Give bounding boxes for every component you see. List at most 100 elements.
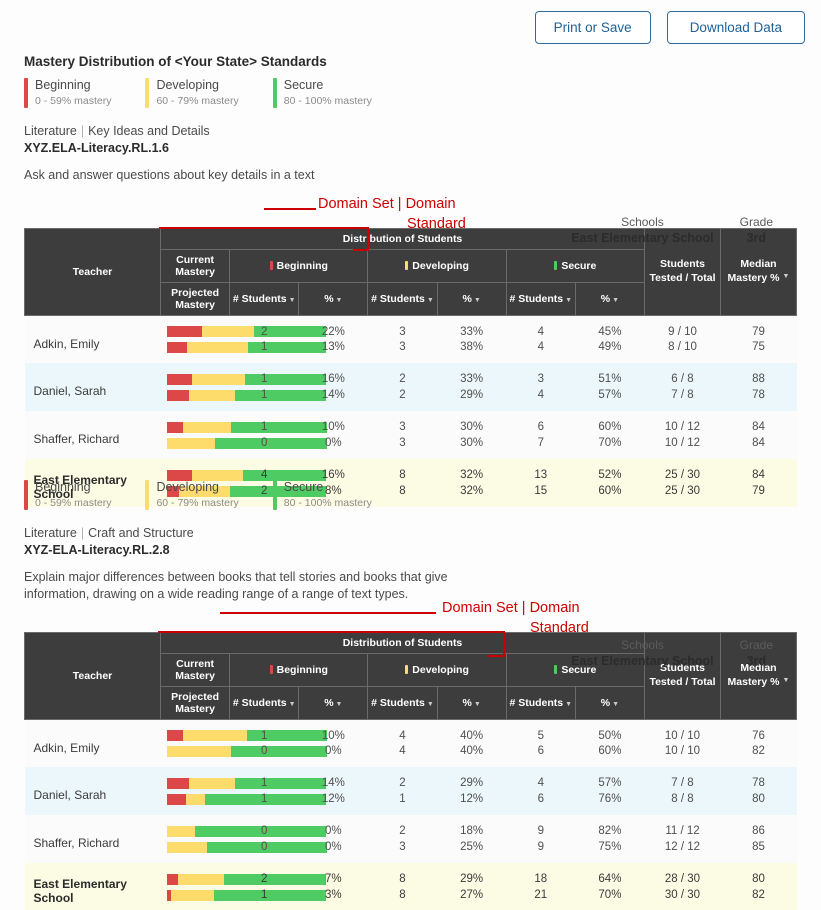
developing-label: Developing [412,259,469,272]
table-row[interactable]: Adkin, Emily 2 22% 3 33% 4 45% 9 / 10 79 [24,315,797,364]
secure-swatch-icon [272,78,277,108]
chevron-down-icon[interactable]: ▼ [565,701,572,708]
chevron-down-icon[interactable]: ▼ [336,701,343,708]
developing-students: 2 [367,815,438,840]
developing-percent: 33% [437,315,507,340]
col-developing-percent[interactable]: % ▼ [436,685,507,720]
developing-swatch-icon [405,260,409,270]
bar-segment-secure [235,777,327,789]
table-body-1: Adkin, Emily 2 22% 3 33% 4 45% 9 / 10 79 1 13% 3 38%… [24,315,797,508]
col-beginning-percent[interactable]: % ▼ [298,281,369,316]
mastery-bar-cell [160,411,327,436]
median-mastery: 88 [720,363,797,388]
mastery-bar [166,421,327,433]
chevron-down-icon[interactable]: ▼ [427,297,434,304]
students-tested-total: 10 / 12 [644,435,721,460]
col-beginning-percent[interactable]: % ▼ [298,685,369,720]
developing-students: 3 [367,411,438,436]
students-tested-total: 8 / 10 [644,339,721,364]
print-or-save-button[interactable]: Print or Save [534,11,651,44]
chevron-down-icon[interactable]: ▼ [289,701,296,708]
leader-line-standard-1 [159,226,369,229]
chevron-down-icon[interactable]: ▼ [612,297,619,304]
col-secure: Secure [505,248,646,283]
developing-students: 4 [367,743,438,768]
bar-segment-developing [166,437,215,449]
col-beginning-students[interactable]: # Students ▼ [229,685,300,720]
developing-students: 3 [367,315,438,340]
developing-percent: 27% [437,887,507,910]
table-row[interactable]: Daniel, Sarah 1 16% 2 33% 3 51% 6 / 8 88 [24,363,797,412]
download-data-button[interactable]: Download Data [666,11,805,44]
developing-label: Developing [412,663,469,676]
col-teacher[interactable]: Teacher [24,227,161,316]
students-tested-line2: Tested / Total [649,675,716,688]
secure-percent: 70% [575,887,645,910]
median-mastery: 80 [720,791,797,816]
developing-students: 2 [367,363,438,388]
mastery-bar [166,873,327,885]
col-secure-percent[interactable]: % ▼ [574,281,646,316]
beginning-label: Beginning [276,663,328,676]
developing-students: 8 [367,863,438,888]
col-developing-students[interactable]: # Students ▼ [367,281,438,316]
label: % [600,292,611,305]
legend-item-secure: Secure 80 - 100% mastery [272,78,406,108]
table-row[interactable]: Shaffer, Richard 0 0% 2 18% 9 82% 11 / 12 86 [24,815,797,864]
chevron-down-icon[interactable]: ▼ [427,701,434,708]
mastery-bar-cell [160,767,327,792]
developing-percent: 38% [437,339,507,364]
table-row[interactable]: East Elementary School 2 7% 8 29% 18 64% 28 / 3… [24,863,797,910]
col-secure-students[interactable]: # Students ▼ [505,281,576,316]
domain-set-label: Literature [24,123,77,138]
col-projected-mastery: Projected Mastery [159,281,231,316]
report-page: Print or Save Download Data Mastery Dist… [0,0,821,910]
col-developing-percent[interactable]: % ▼ [436,281,507,316]
page-title: Mastery Distribution of <Your State> Sta… [24,54,327,69]
secure-percent: 51% [575,363,645,388]
teacher-name: Daniel, Sarah [24,767,161,816]
sort-caret-icon[interactable]: ▼ [783,677,790,684]
students-tested-line1: Students [660,258,705,271]
table-row[interactable]: Adkin, Emily 1 10% 4 40% 5 50% 10 / 10 76 [24,719,797,768]
col-teacher[interactable]: Teacher [24,631,161,720]
col-beginning-students[interactable]: # Students ▼ [229,281,300,316]
chevron-down-icon[interactable]: ▼ [565,297,572,304]
label: # Students [371,292,425,305]
chevron-down-icon[interactable]: ▼ [336,297,343,304]
col-developing-students[interactable]: # Students ▼ [367,685,438,720]
bar-segment-beginning [166,341,188,353]
bar-segment-beginning [166,326,202,337]
mastery-bar-cell [160,363,327,388]
beginning-swatch-icon [24,78,28,108]
students-tested-total: 7 / 8 [644,767,721,792]
chevron-down-icon[interactable]: ▼ [612,701,619,708]
beginning-swatch-icon [24,480,28,510]
teacher-name: Daniel, Sarah [24,363,161,412]
table-row[interactable]: Shaffer, Richard 1 10% 3 30% 6 60% 10 / 12 84 [24,411,797,460]
table-row[interactable]: Daniel, Sarah 1 14% 2 29% 4 57% 7 / 8 78 [24,767,797,816]
bar-segment-developing [177,873,225,885]
bar-segment-secure [248,341,327,353]
mastery-bar-cell [160,743,327,768]
teacher-name: Shaffer, Richard [24,815,161,864]
col-secure-percent[interactable]: % ▼ [574,685,646,720]
mastery-bar-cell [160,315,327,340]
teacher-name: Adkin, Emily [24,315,161,364]
leader-line-standard-1 [158,630,505,633]
mastery-bar [166,793,327,805]
col-secure-students[interactable]: # Students ▼ [505,685,576,720]
label: % [462,696,472,709]
developing-percent: 40% [437,743,507,768]
domain-set-label: Literature [24,525,77,540]
bar-segment-secure [224,873,327,885]
mastery-bar [166,841,327,853]
developing-percent: 29% [437,767,507,792]
chevron-down-icon[interactable]: ▼ [474,297,481,304]
secure-percent: 70% [575,435,645,460]
secure-swatch-icon [272,480,277,510]
chevron-down-icon[interactable]: ▼ [289,297,296,304]
chevron-down-icon[interactable]: ▼ [474,701,481,708]
sort-caret-icon[interactable]: ▼ [783,273,790,280]
label: % [462,292,472,305]
